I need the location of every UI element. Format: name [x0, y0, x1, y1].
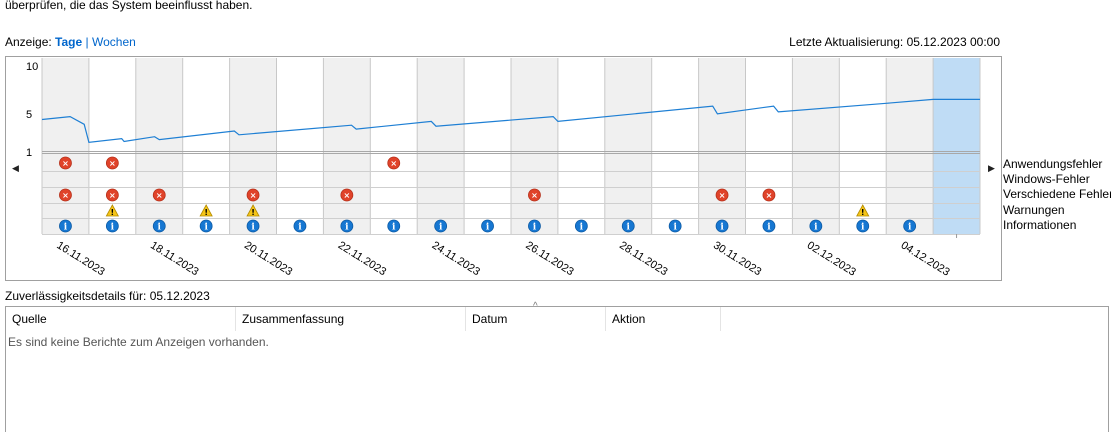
info-icon-glyph: i: [673, 223, 677, 233]
view-label: Anzeige:: [5, 35, 52, 49]
legend-information: Informationen: [1003, 218, 1077, 232]
intro-text: überprüfen, die das System beeinflusst h…: [5, 0, 253, 12]
chart-column: [370, 58, 418, 234]
chart-column: [886, 58, 934, 234]
reports-table: ^ Quelle Zusammenfassung Datum Aktion Es…: [5, 301, 1109, 432]
column-header-action[interactable]: Aktion: [606, 307, 721, 331]
y-tick-label: 5: [26, 109, 32, 121]
info-icon-glyph: i: [720, 223, 724, 233]
x-date-label: 22.11.2023: [336, 239, 388, 278]
info-icon-glyph: i: [861, 223, 865, 233]
chart-column: [276, 58, 324, 234]
chart-column: [745, 58, 793, 234]
info-icon-glyph: i: [158, 223, 162, 233]
view-days-link[interactable]: Tage: [55, 35, 82, 49]
empty-message: Es sind keine Berichte zum Anzeigen vorh…: [8, 335, 269, 349]
error-icon-glyph: ×: [719, 191, 726, 200]
info-icon-glyph: i: [627, 223, 631, 233]
x-date-label: 04.12.2023: [899, 239, 952, 278]
view-weeks-link[interactable]: Wochen: [92, 35, 136, 49]
error-icon-glyph: ×: [766, 191, 773, 200]
info-icon-glyph: i: [908, 223, 912, 233]
chart-column: [464, 58, 511, 234]
column-header-summary[interactable]: Zusammenfassung: [236, 307, 466, 331]
info-icon-glyph: i: [345, 223, 349, 233]
error-icon-glyph: ×: [109, 159, 116, 168]
info-icon-glyph: i: [439, 223, 443, 233]
chart-column: [323, 58, 371, 234]
x-date-label: 18.11.2023: [148, 239, 200, 278]
last-update-text: Letzte Aktualisierung: 05.12.2023 00:00: [789, 35, 1000, 49]
error-icon-glyph: ×: [62, 159, 69, 168]
info-icon-glyph: i: [533, 223, 537, 233]
error-icon-glyph: ×: [343, 191, 350, 200]
scroll-left-icon[interactable]: ◀: [12, 163, 19, 174]
chart-canvas: 10 5 1 × × × × × × × × × × ×!!! ! i i i i i i i i i i i i i i i i i i i 16…: [26, 58, 981, 279]
y-tick-label: 1: [26, 147, 32, 159]
view-switcher: Anzeige: Tage | Wochen: [5, 35, 136, 49]
legend-windows-errors: Windows-Fehler: [1003, 172, 1090, 186]
info-icon-glyph: i: [251, 223, 255, 233]
info-icon-glyph: i: [580, 223, 584, 233]
x-date-label: 28.11.2023: [617, 239, 669, 278]
x-date-label: 30.11.2023: [711, 239, 763, 278]
info-icon-glyph: i: [392, 223, 396, 233]
info-icon-glyph: i: [486, 223, 490, 233]
error-icon-glyph: ×: [250, 191, 257, 200]
info-icon-glyph: i: [767, 223, 771, 233]
chart-column: [651, 58, 699, 234]
scroll-right-icon[interactable]: ▶: [988, 163, 995, 174]
reliability-chart[interactable]: ◀ ▶ 10 5 1 × × × × × × × × × × ×!!!! i i i i i i i i i i i i i i i i i…: [5, 56, 1002, 281]
chart-column: [557, 58, 605, 234]
error-icon-glyph: ×: [62, 191, 69, 200]
info-icon-glyph: i: [64, 223, 68, 233]
x-date-label: 20.11.2023: [242, 239, 294, 278]
warning-icon-glyph: !: [251, 208, 255, 217]
warning-icon-glyph: !: [861, 208, 865, 217]
view-separator: |: [85, 35, 89, 49]
chart-column: [933, 58, 980, 234]
error-icon-glyph: ×: [109, 191, 116, 200]
chart-column: [417, 58, 465, 234]
error-icon-glyph: ×: [390, 159, 397, 168]
y-tick-label: 10: [26, 61, 38, 73]
info-icon-glyph: i: [298, 223, 302, 233]
error-icon-glyph: ×: [531, 191, 538, 200]
chart-column: [135, 58, 183, 234]
x-date-label: 26.11.2023: [523, 239, 575, 278]
x-date-label: 24.11.2023: [430, 239, 482, 278]
details-title: Zuverlässigkeitsdetails für: 05.12.2023: [5, 289, 210, 303]
legend-misc-errors: Verschiedene Fehler: [1003, 187, 1111, 201]
error-icon-glyph: ×: [156, 191, 163, 200]
column-header-source[interactable]: Quelle: [6, 307, 236, 331]
info-icon-glyph: i: [204, 223, 208, 233]
column-header-date[interactable]: Datum: [466, 307, 606, 331]
legend-application-errors: Anwendungsfehler: [1003, 157, 1103, 171]
chart-column: [604, 58, 652, 234]
chart-column: [698, 58, 746, 234]
legend-warnings: Warnungen: [1003, 203, 1065, 217]
info-icon-glyph: i: [111, 223, 115, 233]
chart-column: [511, 58, 558, 234]
x-date-label: 02.12.2023: [805, 239, 858, 278]
chart-column: [42, 58, 89, 234]
x-date-label: 16.11.2023: [54, 239, 106, 278]
warning-icon-glyph: !: [204, 208, 208, 217]
chart-column: [792, 58, 840, 234]
warning-icon-glyph: !: [111, 208, 115, 217]
info-icon-glyph: i: [814, 223, 818, 233]
